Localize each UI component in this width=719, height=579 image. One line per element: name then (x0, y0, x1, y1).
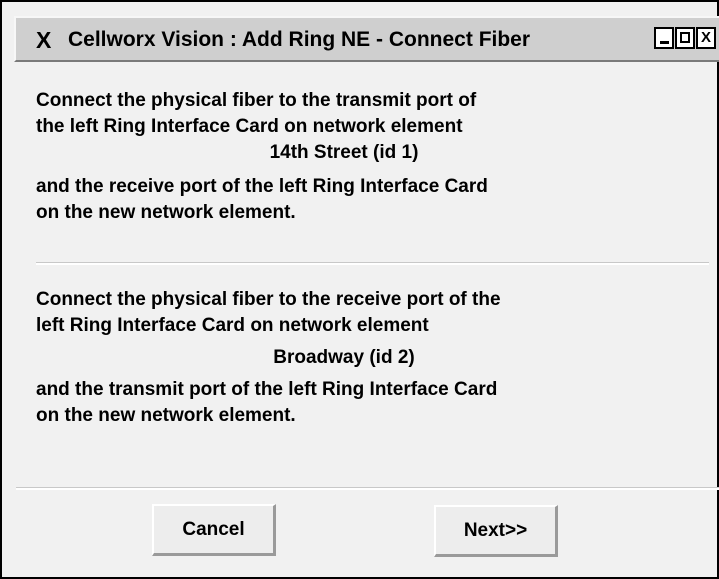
instruction-transmit: Connect the physical fiber to the transm… (36, 88, 696, 226)
instruction-line: and the transmit port of the left Ring I… (36, 379, 498, 400)
instruction-line: on the new network element. (36, 202, 296, 223)
window-title: Cellworx Vision : Add Ring NE - Connect … (68, 28, 531, 51)
instruction-receive: Connect the physical fiber to the receiv… (36, 287, 696, 429)
instruction-line: and the receive port of the left Ring In… (36, 176, 488, 197)
minimize-icon[interactable] (654, 27, 674, 49)
section-divider (36, 262, 709, 265)
close-icon[interactable]: X (696, 27, 716, 49)
network-element-name: 14th Street (id 1) (269, 142, 419, 163)
x-logo-icon: X (36, 27, 52, 53)
instruction-line: Connect the physical fiber to the receiv… (36, 289, 501, 310)
instruction-line: left Ring Interface Card on network elem… (36, 315, 429, 336)
button-bar-divider (16, 487, 719, 490)
instruction-line: Connect the physical fiber to the transm… (36, 90, 477, 111)
next-button[interactable]: Next>> (434, 505, 558, 557)
cancel-button[interactable]: Cancel (152, 504, 276, 556)
instruction-line: on the new network element. (36, 405, 296, 426)
maximize-icon[interactable] (675, 27, 695, 49)
dialog-content: Connect the physical fiber to the transm… (16, 62, 719, 579)
network-element-name: Broadway (id 2) (273, 347, 415, 368)
dialog-window: X Cellworx Vision : Add Ring NE - Connec… (0, 0, 719, 579)
window-controls: X (653, 27, 716, 51)
title-bar[interactable]: X Cellworx Vision : Add Ring NE - Connec… (14, 16, 719, 62)
instruction-line: the left Ring Interface Card on network … (36, 116, 463, 137)
